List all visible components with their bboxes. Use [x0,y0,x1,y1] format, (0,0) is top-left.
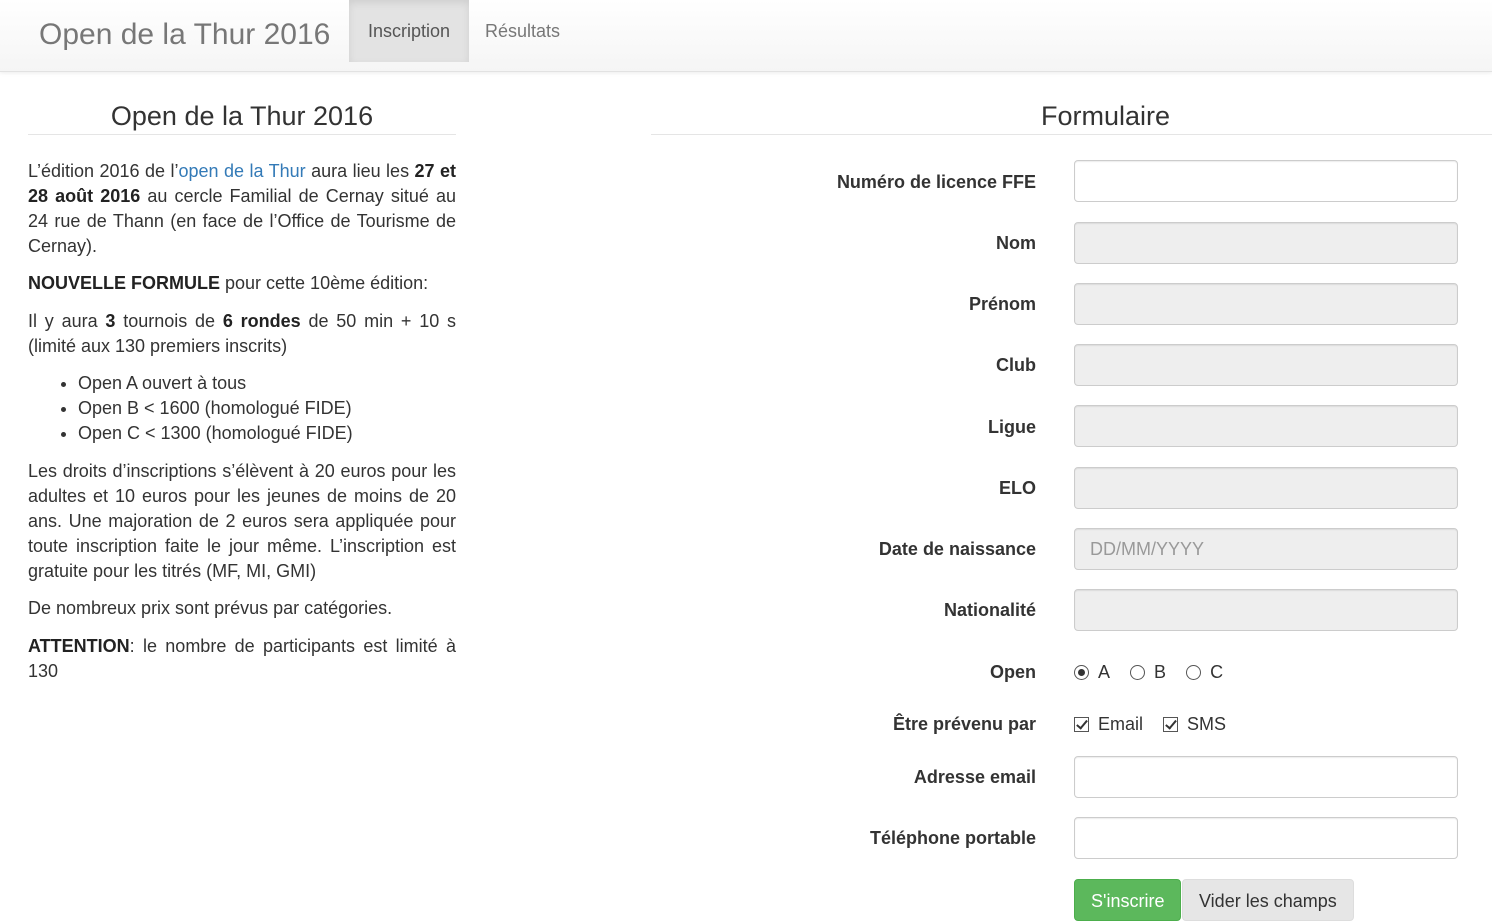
checkbox-checked-icon[interactable] [1163,716,1179,732]
elo-input[interactable] [1074,467,1458,509]
checkbox-checked-icon[interactable] [1074,716,1089,732]
open-de-la-thur-link[interactable]: open de la Thur [179,161,306,181]
nationalite-label: Nationalité [943,600,1036,620]
radio-unchecked-icon[interactable] [1130,664,1146,680]
nouvelle-formule: NOUVELLE FORMULE [28,273,220,293]
radio-checked-icon[interactable] [1074,664,1089,680]
top-navbar: Open de la Thur 2016 Inscription Résulta… [0,0,1492,72]
navbar-brand[interactable]: Open de la Thur 2016 [39,17,330,53]
open-option-b[interactable]: B [1130,660,1166,684]
option-label: SMS [1187,714,1227,734]
elo-label: ELO [998,478,1036,498]
info-title: Open de la Thur 2016 [28,96,456,135]
ligue-input[interactable] [1074,405,1458,447]
club-input[interactable] [1074,344,1458,386]
text: pour cette 10ème édition: [220,273,429,293]
radio-unchecked-icon[interactable] [1186,664,1202,680]
form-header: Formulaire [651,96,1492,135]
email-label: Adresse email [913,767,1036,787]
tab-resultats[interactable]: Résultats [466,0,579,62]
email-input[interactable] [1074,756,1458,798]
text: L’édition 2016 de l’ [28,161,179,181]
option-label: C [1210,662,1224,682]
licence-input[interactable] [1074,160,1458,202]
licence-label: Numéro de licence FFE [836,172,1036,192]
notify-checkbox-group: Email SMS [1074,712,1241,738]
list-item: Open B < 1600 (homologué FIDE) [78,396,456,421]
nom-label: Nom [996,233,1036,253]
ligue-label: Ligue [988,417,1036,437]
open-option-c[interactable]: C [1186,660,1223,684]
text: aura lieu les [305,161,415,181]
prevenu-label: Être prévenu par [892,714,1036,734]
tournament-count: 3 [105,311,116,331]
text: tournois de [115,311,223,331]
info-paragraph-tournois: Il y aura 3 tournois de 6 rondes de 50 m… [28,309,456,359]
attention-label: ATTENTION [28,636,130,656]
nom-input[interactable] [1074,222,1458,264]
info-paragraph-attention: ATTENTION: le nombre de participants est… [28,634,456,684]
info-paragraph-prix: De nombreux prix sont prévus par catégor… [28,598,393,618]
naissance-label: Date de naissance [878,539,1036,559]
reset-button[interactable]: Vider les champs [1182,879,1354,921]
telephone-label: Téléphone portable [869,828,1036,848]
option-label: Email [1098,714,1144,734]
info-paragraph-formule: NOUVELLE FORMULE pour cette 10ème éditio… [28,271,456,296]
rounds-count: 6 rondes [222,311,301,331]
tab-inscription[interactable]: Inscription [349,0,470,62]
info-panel: Open de la Thur 2016 L’édition 2016 de l… [28,96,456,684]
nationalite-input[interactable] [1074,589,1458,631]
list-item: Open A ouvert à tous [78,371,456,396]
open-list: Open A ouvert à tous Open B < 1600 (homo… [28,371,456,446]
option-label: B [1154,662,1167,682]
club-label: Club [996,355,1036,375]
option-label: A [1098,662,1111,682]
prenom-label: Prénom [968,294,1036,314]
telephone-input[interactable] [1074,817,1458,859]
naissance-input[interactable] [1074,528,1458,570]
notify-option-email[interactable]: Email [1074,712,1143,736]
open-label: Open [989,662,1036,682]
notify-option-sms[interactable]: SMS [1163,712,1226,736]
info-paragraph-tarifs: Les droits d’inscriptions s’élèvent à 20… [28,461,456,581]
open-option-a[interactable]: A [1074,660,1110,684]
form-title: Formulaire [1041,101,1171,131]
info-paragraph-dates: L’édition 2016 de l’open de la Thur aura… [28,159,456,259]
list-item: Open C < 1300 (homologué FIDE) [78,421,456,446]
prenom-input[interactable] [1074,283,1458,325]
text: Il y aura [28,311,106,331]
submit-button[interactable]: S'inscrire [1074,879,1182,921]
open-radio-group: A B C [1074,660,1238,686]
